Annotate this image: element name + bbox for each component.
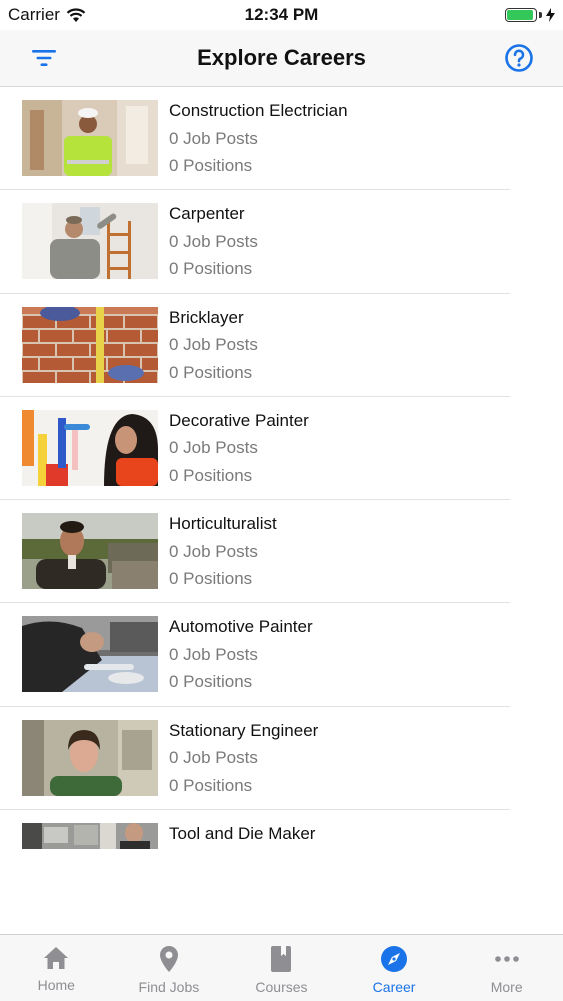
navigation-bar: Explore Careers <box>0 30 563 87</box>
career-texts: Construction Electrician 0 Job Posts 0 P… <box>169 101 348 176</box>
tab-label: Find Jobs <box>138 979 200 995</box>
career-positions: 0 Positions <box>169 672 253 692</box>
home-icon <box>44 947 69 969</box>
career-row-bricklayer[interactable]: Bricklayer 0 Job Posts 0 Positions <box>0 294 563 397</box>
career-thumbnail <box>22 203 158 280</box>
tab-courses[interactable]: Courses <box>225 935 338 1001</box>
career-title: Tool and Die Maker <box>169 824 316 844</box>
tab-find-jobs[interactable]: Find Jobs <box>113 935 226 1001</box>
tab-label: Career <box>372 979 416 995</box>
help-button[interactable] <box>503 42 535 74</box>
career-texts: Bricklayer 0 Job Posts 0 Positions <box>169 308 258 383</box>
tab-label: Courses <box>255 979 308 995</box>
filter-button[interactable] <box>28 42 60 74</box>
career-title: Carpenter <box>169 204 245 224</box>
more-icon <box>494 956 519 962</box>
career-thumbnail <box>22 719 158 796</box>
battery-cap <box>539 12 542 18</box>
career-row-construction-electrician[interactable]: Construction Electrician 0 Job Posts 0 P… <box>0 87 563 191</box>
career-row-stationary-engineer[interactable]: Stationary Engineer 0 Job Posts 0 Positi… <box>0 707 563 811</box>
battery-level <box>507 10 533 20</box>
status-left: Carrier <box>8 5 86 25</box>
career-positions: 0 Positions <box>169 259 253 279</box>
career-thumbnail <box>22 306 158 383</box>
career-title: Horticulturalist <box>169 514 277 534</box>
career-row-tool-and-die-maker[interactable]: Tool and Die Maker <box>0 810 563 913</box>
map-pin-icon <box>159 946 178 972</box>
tab-label: More <box>490 979 523 995</box>
career-positions: 0 Positions <box>169 362 253 382</box>
career-job-posts: 0 Job Posts <box>169 335 258 355</box>
career-positions: 0 Positions <box>169 569 253 589</box>
status-right <box>505 8 555 22</box>
career-title: Decorative Painter <box>169 410 309 430</box>
career-job-posts: 0 Job Posts <box>169 231 258 251</box>
tab-home[interactable]: Home <box>0 935 113 1001</box>
filter-icon <box>32 50 56 66</box>
tab-career[interactable]: Career <box>338 935 451 1001</box>
career-texts: Horticulturalist 0 Job Posts 0 Positions <box>169 514 277 589</box>
career-positions: 0 Positions <box>169 156 253 175</box>
career-texts: Tool and Die Maker <box>169 824 315 844</box>
career-row-carpenter[interactable]: Carpenter 0 Job Posts 0 Positions <box>0 190 563 294</box>
career-thumbnail <box>22 409 158 486</box>
battery-icon <box>505 8 537 22</box>
status-bar: Carrier 12:34 PM <box>0 0 563 30</box>
book-icon <box>271 946 292 972</box>
career-job-posts: 0 Job Posts <box>169 541 258 561</box>
tab-bar: Home Find Jobs Courses Career More <box>0 934 563 1001</box>
career-thumbnail <box>22 100 158 176</box>
career-row-horticulturalist[interactable]: Horticulturalist 0 Job Posts 0 Positions <box>0 500 563 604</box>
career-texts: Carpenter 0 Job Posts 0 Positions <box>169 204 258 279</box>
career-row-automotive-painter[interactable]: Automotive Painter 0 Job Posts 0 Positio… <box>0 603 563 707</box>
career-job-posts: 0 Job Posts <box>169 128 258 148</box>
career-title: Automotive Painter <box>169 617 313 637</box>
compass-icon <box>381 946 408 972</box>
wifi-icon <box>66 7 86 22</box>
career-texts: Decorative Painter 0 Job Posts 0 Positio… <box>169 411 309 486</box>
tab-more[interactable]: More <box>450 935 563 1001</box>
career-title: Bricklayer <box>169 307 244 327</box>
career-texts: Automotive Painter 0 Job Posts 0 Positio… <box>169 617 313 692</box>
tab-label: Home <box>37 977 75 993</box>
career-thumbnail <box>22 823 158 850</box>
career-job-posts: 0 Job Posts <box>169 748 258 768</box>
career-thumbnail <box>22 616 158 693</box>
career-row-decorative-painter[interactable]: Decorative Painter 0 Job Posts 0 Positio… <box>0 397 563 501</box>
career-positions: 0 Positions <box>169 465 253 485</box>
career-positions: 0 Positions <box>169 775 253 795</box>
career-title: Construction Electrician <box>169 101 348 120</box>
career-list[interactable]: Construction Electrician 0 Job Posts 0 P… <box>0 87 563 935</box>
help-icon <box>505 44 533 72</box>
career-thumbnail <box>22 513 158 590</box>
career-job-posts: 0 Job Posts <box>169 438 258 458</box>
career-job-posts: 0 Job Posts <box>169 644 258 664</box>
page-title: Explore Careers <box>197 45 366 70</box>
carrier-label: Carrier <box>8 5 60 24</box>
charging-bolt-icon <box>546 8 555 22</box>
career-texts: Stationary Engineer 0 Job Posts 0 Positi… <box>169 721 318 796</box>
career-title: Stationary Engineer <box>169 720 319 740</box>
